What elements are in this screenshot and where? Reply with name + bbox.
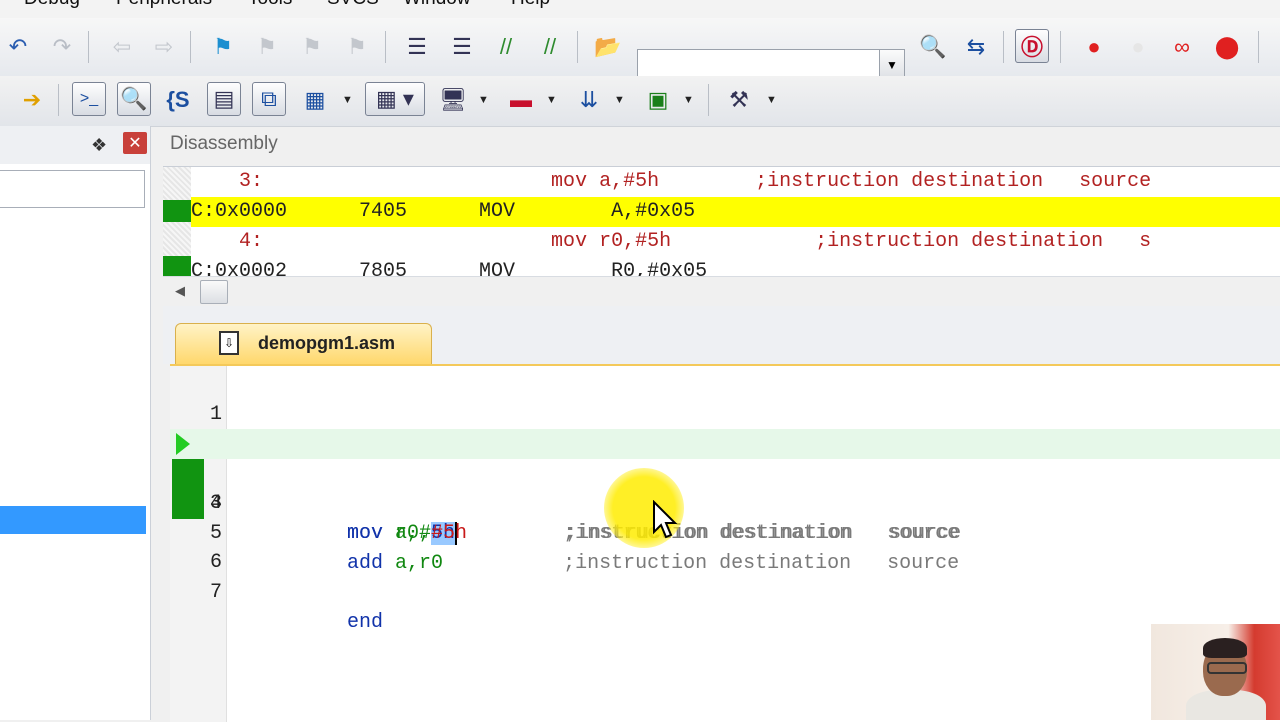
call-stack-icon[interactable]: ⧉ (252, 82, 286, 116)
toolbar-separator (708, 84, 709, 116)
code-line[interactable]: 4 mov r0,#5h ;instruction destination so… (170, 459, 1280, 545)
toolbar-separator (190, 31, 191, 63)
disassembly-source-line: 4: mov r0,#5h ;instruction destination s (191, 230, 1152, 253)
toolbox-icon[interactable]: ⚒ (723, 84, 755, 116)
code-line-current[interactable]: 3 mov a,#5h ;instruction destination sou… (170, 429, 1280, 545)
find-icon[interactable]: 🔍 (917, 31, 949, 63)
toolbar-separator (1060, 31, 1061, 63)
chevron-down-icon[interactable]: ▼ (614, 94, 625, 106)
chevron-down-icon[interactable]: ▼ (342, 94, 353, 106)
pin-icon[interactable]: ❖ (91, 135, 107, 156)
command-window-icon[interactable]: >_ (72, 82, 106, 116)
disassembly-source-line: 3: mov a,#5h ;instruction destination so… (191, 170, 1152, 193)
code-line[interactable]: 5 add a,r0 ;instruction destination sour… (170, 489, 1280, 575)
menu-help[interactable]: Help (511, 0, 550, 10)
chevron-down-icon[interactable]: ▼ (683, 94, 694, 106)
toolbar-separator (1003, 31, 1004, 63)
disassembly-title: Disassembly (170, 133, 278, 154)
toolbar-separator (1258, 31, 1259, 63)
debug-session-icon[interactable]: Ⓓ (1015, 29, 1049, 63)
forward-icon[interactable]: ⇨ (148, 31, 180, 63)
bookmark-prev-icon[interactable]: ⚑ (251, 31, 283, 63)
file-toolbar: ↶ ↷ ⇦ ⇨ ⚑ ⚑ ⚑ ⚑ ☰ ☰ // // 📂 ▼ 🔍 ⇆ Ⓓ ● ● … (0, 18, 1280, 81)
trace-window-icon[interactable]: ⇊ (573, 84, 605, 116)
panel-header: ❖ ✕ (0, 126, 150, 164)
code-line[interactable]: 6 (170, 518, 1280, 574)
watch-window-icon[interactable]: ▦ (299, 84, 331, 116)
tab-demopgm1[interactable]: ⇩ demopgm1.asm (175, 323, 432, 365)
toolbar-separator (88, 31, 89, 63)
disassembly-current-instruction[interactable]: C:0x0000 7405 MOV A,#0x05 (191, 197, 1280, 227)
keyword: end (347, 611, 384, 634)
uncomment-icon[interactable]: // (534, 31, 566, 63)
show-next-statement-icon[interactable]: ➔ (16, 84, 48, 116)
disassembly-window-icon[interactable]: 🔍 (117, 82, 151, 116)
disassembly-instruction[interactable]: C:0x0002 7805 MOV R0,#0x05 (191, 257, 1280, 277)
toolbar-separator (58, 84, 59, 116)
breakpoint-disable-icon[interactable]: ∞ (1166, 31, 1198, 63)
menu-bar: Debug Peripherals Tools SVCS Window Help (0, 0, 1280, 18)
bookmark-next-icon[interactable]: ⚑ (296, 31, 328, 63)
execution-arrow-icon (176, 433, 190, 455)
find-in-files-icon[interactable]: 📂 (592, 31, 624, 63)
glasses-icon (1207, 662, 1247, 674)
symbols-window-icon[interactable]: {S (162, 84, 194, 116)
analysis-window-icon[interactable]: ▬ (505, 84, 537, 116)
scroll-thumb[interactable] (200, 280, 228, 304)
disassembly-window[interactable]: 3: mov a,#5h ;instruction destination so… (163, 166, 1280, 277)
breakpoint-insert-icon[interactable]: ● (1078, 31, 1110, 63)
person-hair (1203, 638, 1247, 658)
breakpoint-marker[interactable] (163, 256, 191, 277)
project-panel: ❖ ✕ (0, 126, 151, 720)
bookmark-icon[interactable]: ⚑ (207, 31, 239, 63)
breakpoint-kill-icon[interactable]: ⬤ (1211, 31, 1243, 63)
menu-debug[interactable]: Debug (24, 0, 80, 10)
toolbar-separator (577, 31, 578, 63)
menu-tools[interactable]: Tools (248, 0, 292, 10)
panel-field[interactable] (0, 170, 145, 208)
close-icon[interactable]: ✕ (123, 132, 147, 154)
code-line[interactable]: 7 end (170, 548, 1280, 634)
code-line[interactable]: 2 (170, 400, 1280, 456)
chevron-down-icon[interactable]: ▼ (546, 94, 557, 106)
code-line[interactable]: 1 org 0000h (170, 370, 1280, 456)
menu-window[interactable]: Window (403, 0, 471, 10)
code-editor[interactable]: 1 org 0000h 2 3 mov a,#5h ;instruction d… (170, 364, 1280, 722)
scroll-left-icon[interactable]: ◀ (175, 283, 185, 299)
comment-icon[interactable]: // (490, 31, 522, 63)
line-number: 7 (209, 581, 222, 604)
undo-icon[interactable]: ↶ (2, 31, 34, 63)
registers-window-icon[interactable]: ▤ (207, 82, 241, 116)
breakpoint-marker[interactable] (163, 200, 191, 222)
chevron-down-icon[interactable]: ▼ (478, 94, 489, 106)
unindent-icon[interactable]: ☰ (446, 31, 478, 63)
mouse-pointer-icon (653, 500, 678, 539)
webcam-overlay (1151, 624, 1280, 720)
debug-toolbar: ➔ >_ 🔍 {S ▤ ⧉ ▦ ▼ ▦ ▾ 🖥 ▼ ▬ ▼ ⇊ ▼ ▣ ▼ ⚒ … (0, 76, 1280, 127)
chevron-down-icon[interactable]: ▼ (766, 94, 777, 106)
toolbar-separator (385, 31, 386, 63)
serial-window-icon[interactable]: 🖥 (437, 84, 469, 116)
back-icon[interactable]: ⇦ (106, 31, 138, 63)
breakpoint-enable-icon[interactable]: ● (1122, 31, 1154, 63)
debug-settings-icon[interactable]: ⇆ (960, 31, 992, 63)
redo-icon[interactable]: ↷ (46, 31, 78, 63)
system-viewer-icon[interactable]: ▣ (642, 84, 674, 116)
indent-icon[interactable]: ☰ (401, 31, 433, 63)
selected-tree-item[interactable] (0, 506, 146, 534)
bookmark-clear-icon[interactable]: ⚑ (341, 31, 373, 63)
menu-peripherals[interactable]: Peripherals (116, 0, 212, 10)
menu-svcs[interactable]: SVCS (327, 0, 379, 10)
memory-window-icon[interactable]: ▦ ▾ (365, 82, 425, 116)
tab-label: demopgm1.asm (258, 333, 396, 353)
asm-file-icon: ⇩ (219, 331, 239, 355)
horizontal-scrollbar[interactable]: ◀ (163, 276, 1280, 307)
